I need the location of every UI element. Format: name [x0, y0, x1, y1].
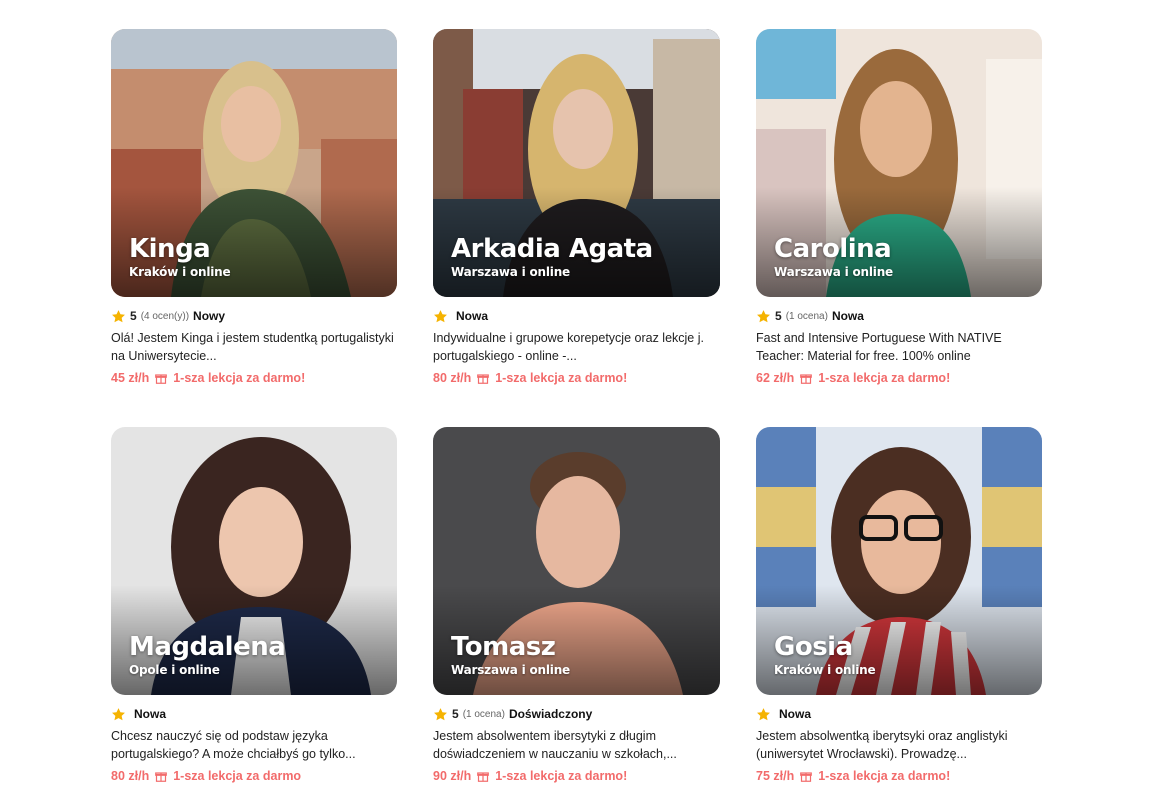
- tutor-description: Jestem absolwentem ibersytyki z długim d…: [433, 729, 677, 761]
- tutor-description: Olá! Jestem Kinga i jestem studentką por…: [111, 331, 394, 363]
- tutor-rating: Nowa: [756, 705, 1042, 723]
- tutor-price: 62 zł/h: [756, 371, 795, 385]
- star-icon: [434, 309, 447, 322]
- tutor-grid: Kinga Kraków i online 5 (4 ocen(y)) Nowy…: [111, 29, 1042, 795]
- tutor-location: Kraków i online: [774, 663, 876, 677]
- first-lesson-free: 1-sza lekcja za darmo!: [495, 769, 628, 783]
- tutor-card[interactable]: Carolina Warszawa i online 5 (1 ocena) N…: [756, 29, 1042, 427]
- tutor-location: Warszawa i online: [451, 265, 570, 279]
- tutor-rating: Nowa: [433, 307, 720, 325]
- star-icon: [757, 707, 770, 720]
- tutor-name: Arkadia Agata: [451, 234, 653, 264]
- tutor-price: 80 zł/h: [433, 371, 472, 385]
- review-count: (1 ocena): [785, 310, 828, 322]
- first-lesson-free: 1-sza lekcja za darmo!: [173, 371, 306, 385]
- star-icon: [757, 309, 770, 322]
- tutor-photo[interactable]: Arkadia Agata Warszawa i online: [433, 29, 720, 297]
- star-icon: [112, 309, 125, 322]
- tutor-card[interactable]: Magdalena Opole i online Nowa Chcesz nau…: [111, 427, 397, 795]
- price-row: 80 zł/h 1-sza lekcja za darmo: [111, 769, 397, 783]
- gift-icon: [477, 772, 490, 782]
- first-lesson-free: 1-sza lekcja za darmo!: [818, 371, 951, 385]
- tutor-card[interactable]: Tomasz Warszawa i online 5 (1 ocena) Doś…: [433, 427, 720, 795]
- tutor-name: Tomasz: [451, 632, 556, 662]
- tutor-name: Magdalena: [129, 632, 286, 662]
- tutor-location: Opole i online: [129, 663, 220, 677]
- tutor-description: Jestem absolwentką iberytsyki oraz angli…: [756, 729, 1008, 761]
- experience-badge: Nowa: [456, 309, 489, 323]
- tutor-name: Carolina: [774, 234, 892, 264]
- tutor-price: 75 zł/h: [756, 769, 795, 783]
- tutor-rating: 5 (1 ocena) Nowa: [756, 307, 1042, 325]
- review-count: (1 ocena): [462, 708, 505, 720]
- tutor-photo[interactable]: Kinga Kraków i online: [111, 29, 397, 297]
- experience-badge: Nowy: [193, 309, 226, 323]
- tutor-price: 80 zł/h: [111, 769, 150, 783]
- star-icon: [434, 707, 447, 720]
- tutor-rating: 5 (4 ocen(y)) Nowy: [111, 307, 397, 325]
- gift-icon: [477, 374, 490, 384]
- tutor-price: 90 zł/h: [433, 769, 472, 783]
- tutor-photo[interactable]: Gosia Kraków i online: [756, 427, 1042, 695]
- tutor-location: Warszawa i online: [451, 663, 570, 677]
- tutor-rating: Nowa: [111, 705, 397, 723]
- experience-badge: Nowa: [831, 309, 864, 323]
- tutor-location: Kraków i online: [129, 265, 231, 279]
- tutor-price: 45 zł/h: [111, 371, 150, 385]
- gift-icon: [155, 772, 168, 782]
- gift-icon: [800, 374, 813, 384]
- tutor-name: Gosia: [774, 632, 853, 662]
- price-row: 90 zł/h 1-sza lekcja za darmo!: [433, 769, 720, 783]
- experience-badge: Doświadczony: [508, 707, 593, 721]
- gift-icon: [155, 374, 168, 384]
- first-lesson-free: 1-sza lekcja za darmo!: [818, 769, 951, 783]
- tutor-photo[interactable]: Tomasz Warszawa i online: [433, 427, 720, 695]
- gift-icon: [800, 772, 813, 782]
- tutor-card[interactable]: Kinga Kraków i online 5 (4 ocen(y)) Nowy…: [111, 29, 397, 427]
- tutor-photo[interactable]: Magdalena Opole i online: [111, 427, 397, 695]
- experience-badge: Nowa: [134, 707, 167, 721]
- rating-value: 5: [452, 707, 459, 721]
- tutor-description: Fast and Intensive Portuguese With NATIV…: [756, 331, 1002, 363]
- rating-value: 5: [775, 309, 782, 323]
- tutor-location: Warszawa i online: [774, 265, 893, 279]
- tutor-photo[interactable]: Carolina Warszawa i online: [756, 29, 1042, 297]
- tutor-card[interactable]: Gosia Kraków i online Nowa Jestem absolw…: [756, 427, 1042, 795]
- price-row: 62 zł/h 1-sza lekcja za darmo!: [756, 371, 1042, 385]
- price-row: 45 zł/h 1-sza lekcja za darmo!: [111, 371, 397, 385]
- rating-value: 5: [130, 309, 137, 323]
- price-row: 75 zł/h 1-sza lekcja za darmo!: [756, 769, 1042, 783]
- star-icon: [112, 707, 125, 720]
- price-row: 80 zł/h 1-sza lekcja za darmo!: [433, 371, 720, 385]
- first-lesson-free: 1-sza lekcja za darmo: [173, 769, 302, 783]
- tutor-name: Kinga: [129, 234, 211, 264]
- review-count: (4 ocen(y)): [140, 310, 190, 322]
- tutor-rating: 5 (1 ocena) Doświadczony: [433, 705, 720, 723]
- tutor-description: Indywidualne i grupowe korepetycje oraz …: [433, 331, 704, 363]
- experience-badge: Nowa: [779, 707, 812, 721]
- tutor-description: Chcesz nauczyć się od podstaw języka por…: [111, 729, 356, 761]
- first-lesson-free: 1-sza lekcja za darmo!: [495, 371, 628, 385]
- tutor-card[interactable]: Arkadia Agata Warszawa i online Nowa Ind…: [433, 29, 720, 427]
